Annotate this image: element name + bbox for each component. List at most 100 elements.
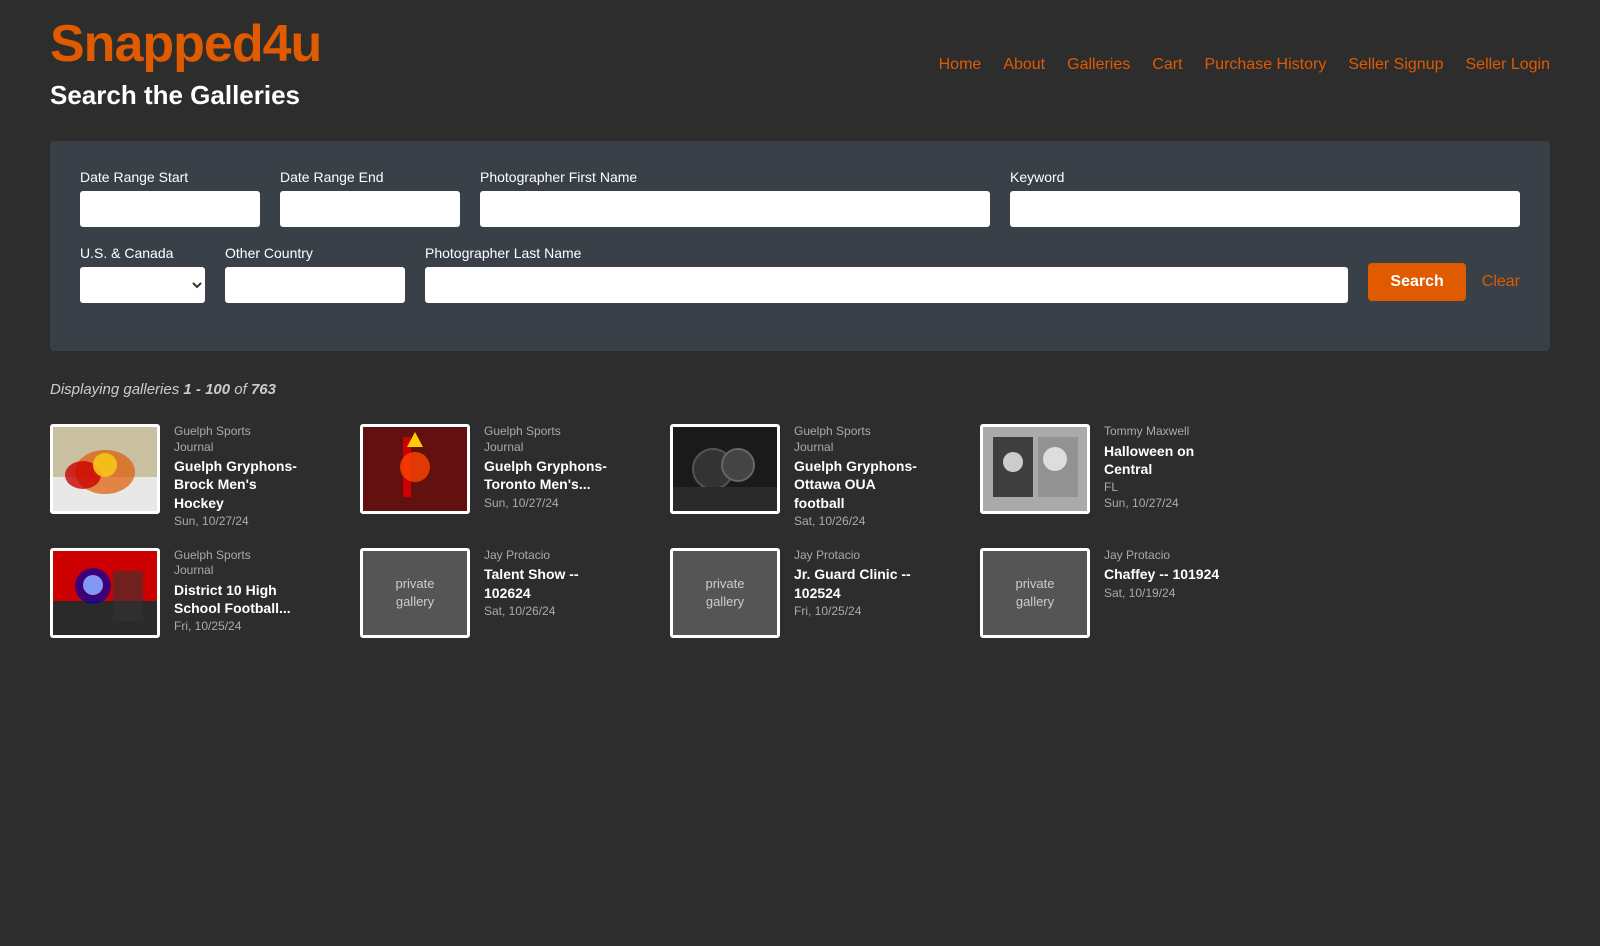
gallery-grid: Guelph SportsJournal Guelph Gryphons-Bro… xyxy=(0,414,1600,668)
date-range-start-label: Date Range Start xyxy=(80,169,260,185)
gallery-title-1: Guelph Gryphons-Brock Men'sHockey xyxy=(174,457,297,512)
gallery-info-5: Guelph SportsJournal District 10 HighSch… xyxy=(174,548,291,634)
photographer-last-name-label: Photographer Last Name xyxy=(425,245,1348,261)
us-canada-select[interactable]: United States Canada xyxy=(80,267,205,303)
photographer-first-name-group: Photographer First Name xyxy=(480,169,990,227)
nav-galleries[interactable]: Galleries xyxy=(1067,56,1130,74)
gallery-date-4: Sun, 10/27/24 xyxy=(1104,496,1194,510)
gallery-publisher-1: Guelph SportsJournal xyxy=(174,424,297,455)
gallery-publisher-4: Tommy Maxwell xyxy=(1104,424,1194,440)
date-range-start-input[interactable] xyxy=(80,191,260,227)
gallery-thumb-1 xyxy=(50,424,160,514)
site-logo[interactable]: Snapped4u xyxy=(50,18,321,70)
keyword-input[interactable] xyxy=(1010,191,1520,227)
gallery-item-2[interactable]: Guelph SportsJournal Guelph Gryphons-Tor… xyxy=(360,424,640,528)
gallery-thumb-5 xyxy=(50,548,160,638)
private-gallery-label-6: privategallery xyxy=(395,575,434,611)
us-canada-label: U.S. & Canada xyxy=(80,245,205,261)
gallery-item-8[interactable]: privategallery Jay Protacio Chaffey -- 1… xyxy=(980,548,1260,638)
gallery-title-3: Guelph Gryphons-Ottawa OUAfootball xyxy=(794,457,917,512)
other-country-label: Other Country xyxy=(225,245,405,261)
keyword-label: Keyword xyxy=(1010,169,1520,185)
nav-purchase-history[interactable]: Purchase History xyxy=(1205,56,1327,74)
clear-button[interactable]: Clear xyxy=(1482,273,1520,291)
photographer-last-name-group: Photographer Last Name xyxy=(425,245,1348,303)
gallery-item-3[interactable]: Guelph SportsJournal Guelph Gryphons-Ott… xyxy=(670,424,950,528)
other-country-group: Other Country xyxy=(225,245,405,303)
nav-seller-login[interactable]: Seller Login xyxy=(1466,56,1551,74)
gallery-row-2: Guelph SportsJournal District 10 HighSch… xyxy=(50,548,1550,638)
gallery-title-2: Guelph Gryphons-Toronto Men's... xyxy=(484,457,607,493)
results-info: Displaying galleries 1 - 100 of 763 xyxy=(0,371,1600,414)
results-total-prefix: of xyxy=(230,381,251,398)
gallery-info-2: Guelph SportsJournal Guelph Gryphons-Tor… xyxy=(484,424,607,510)
gallery-publisher-3: Guelph SportsJournal xyxy=(794,424,917,455)
us-canada-group: U.S. & Canada United States Canada xyxy=(80,245,205,303)
gallery-title-4: Halloween onCentral xyxy=(1104,442,1194,478)
gallery-thumb-3 xyxy=(670,424,780,514)
gallery-publisher-5: Guelph SportsJournal xyxy=(174,548,291,579)
results-range: 1 - 100 xyxy=(183,381,230,398)
gallery-item-7[interactable]: privategallery Jay Protacio Jr. Guard Cl… xyxy=(670,548,950,638)
search-panel: Date Range Start Date Range End Photogra… xyxy=(50,141,1550,351)
results-prefix: Displaying galleries xyxy=(50,381,183,398)
gallery-date-2: Sun, 10/27/24 xyxy=(484,496,607,510)
gallery-item-4[interactable]: Tommy Maxwell Halloween onCentral FL Sun… xyxy=(980,424,1260,528)
page-title: Search the Galleries xyxy=(50,80,321,111)
logo-u: u xyxy=(291,15,322,73)
search-button[interactable]: Search xyxy=(1368,263,1465,301)
results-total: 763 xyxy=(251,381,276,398)
gallery-title-5: District 10 HighSchool Football... xyxy=(174,581,291,617)
gallery-publisher-2: Guelph SportsJournal xyxy=(484,424,607,455)
other-country-input[interactable] xyxy=(225,267,405,303)
gallery-date-6: Sat, 10/26/24 xyxy=(484,604,579,618)
photographer-first-name-input[interactable] xyxy=(480,191,990,227)
gallery-title-6: Talent Show --102624 xyxy=(484,565,579,601)
gallery-publisher-6: Jay Protacio xyxy=(484,548,579,564)
date-range-end-input[interactable] xyxy=(280,191,460,227)
keyword-group: Keyword xyxy=(1010,169,1520,227)
gallery-info-7: Jay Protacio Jr. Guard Clinic --102524 F… xyxy=(794,548,911,618)
gallery-title-7: Jr. Guard Clinic --102524 xyxy=(794,565,911,601)
gallery-thumb-8: privategallery xyxy=(980,548,1090,638)
date-range-start-group: Date Range Start xyxy=(80,169,260,227)
gallery-date-7: Fri, 10/25/24 xyxy=(794,604,911,618)
nav-about[interactable]: About xyxy=(1003,56,1045,74)
private-gallery-label-8: privategallery xyxy=(1015,575,1054,611)
gallery-item-6[interactable]: privategallery Jay Protacio Talent Show … xyxy=(360,548,640,638)
gallery-item-1[interactable]: Guelph SportsJournal Guelph Gryphons-Bro… xyxy=(50,424,330,528)
site-header: Snapped4u Search the Galleries Home Abou… xyxy=(0,0,1600,121)
gallery-info-6: Jay Protacio Talent Show --102624 Sat, 1… xyxy=(484,548,579,618)
nav-home[interactable]: Home xyxy=(939,56,982,74)
logo-area: Snapped4u Search the Galleries xyxy=(50,18,321,111)
gallery-publisher-8: Jay Protacio xyxy=(1104,548,1219,564)
gallery-publisher-7: Jay Protacio xyxy=(794,548,911,564)
gallery-info-4: Tommy Maxwell Halloween onCentral FL Sun… xyxy=(1104,424,1194,510)
gallery-thumb-6: privategallery xyxy=(360,548,470,638)
gallery-date-1: Sun, 10/27/24 xyxy=(174,514,297,528)
search-actions: Search Clear xyxy=(1368,263,1520,303)
gallery-thumb-7: privategallery xyxy=(670,548,780,638)
nav-cart[interactable]: Cart xyxy=(1152,56,1182,74)
gallery-item-5[interactable]: Guelph SportsJournal District 10 HighSch… xyxy=(50,548,330,638)
gallery-location-4: FL xyxy=(1104,480,1194,494)
photographer-last-name-input[interactable] xyxy=(425,267,1348,303)
search-row-2: U.S. & Canada United States Canada Other… xyxy=(80,245,1520,303)
gallery-info-1: Guelph SportsJournal Guelph Gryphons-Bro… xyxy=(174,424,297,528)
logo-accent: 4 xyxy=(263,15,291,73)
gallery-info-3: Guelph SportsJournal Guelph Gryphons-Ott… xyxy=(794,424,917,528)
photographer-first-name-label: Photographer First Name xyxy=(480,169,990,185)
logo-main: Snapped xyxy=(50,15,263,73)
gallery-info-8: Jay Protacio Chaffey -- 101924 Sat, 10/1… xyxy=(1104,548,1219,600)
gallery-thumb-4 xyxy=(980,424,1090,514)
gallery-row-1: Guelph SportsJournal Guelph Gryphons-Bro… xyxy=(50,424,1550,528)
gallery-title-8: Chaffey -- 101924 xyxy=(1104,565,1219,583)
date-range-end-group: Date Range End xyxy=(280,169,460,227)
date-range-end-label: Date Range End xyxy=(280,169,460,185)
gallery-date-3: Sat, 10/26/24 xyxy=(794,514,917,528)
search-row-1: Date Range Start Date Range End Photogra… xyxy=(80,169,1520,227)
private-gallery-label-7: privategallery xyxy=(705,575,744,611)
nav-seller-signup[interactable]: Seller Signup xyxy=(1348,56,1443,74)
gallery-date-5: Fri, 10/25/24 xyxy=(174,619,291,633)
main-nav: Home About Galleries Cart Purchase Histo… xyxy=(939,56,1550,74)
